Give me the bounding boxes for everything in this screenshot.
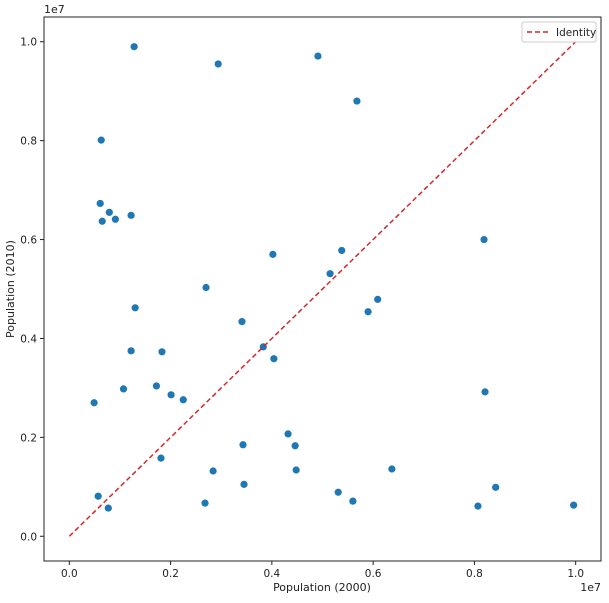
data-point — [201, 499, 209, 507]
data-point — [119, 385, 128, 393]
data-point — [364, 308, 372, 316]
identity-line — [68, 41, 577, 537]
data-point — [98, 217, 106, 225]
x-tick-label: 0.4 — [264, 568, 281, 580]
data-point — [334, 488, 342, 496]
data-point — [214, 60, 222, 68]
data-point — [570, 501, 578, 509]
data-point — [130, 43, 138, 51]
data-point — [90, 399, 98, 407]
data-point — [474, 502, 482, 510]
y-axis-label: Population (2010) — [4, 240, 17, 338]
x-tick-label: 0.6 — [365, 568, 382, 580]
data-point — [480, 235, 488, 244]
x-tick-label: 0.0 — [61, 568, 78, 580]
data-point — [152, 382, 161, 390]
data-point — [284, 430, 292, 438]
legend-identity-label: Identity — [556, 27, 596, 39]
data-point — [291, 442, 299, 450]
data-point — [338, 246, 346, 255]
y-tick-label: 0.8 — [20, 136, 37, 148]
data-point — [157, 454, 165, 462]
data-point — [158, 348, 166, 356]
data-point — [111, 215, 119, 223]
data-point — [97, 136, 105, 144]
data-point — [314, 52, 322, 60]
data-point — [202, 283, 210, 292]
y-tick-label: 0.0 — [20, 531, 37, 543]
data-point — [269, 250, 277, 258]
data-point — [326, 270, 334, 278]
data-point — [131, 304, 139, 312]
x-tick-label: 0.8 — [466, 568, 483, 580]
data-point — [105, 208, 113, 216]
x-offset-label: 1e7 — [580, 581, 601, 594]
data-point — [292, 466, 300, 474]
data-point — [353, 97, 361, 105]
data-point — [239, 441, 247, 449]
data-point — [209, 467, 217, 475]
y-axis-ticks: 0.0 0.2 0.4 0.6 0.8 1.0 — [20, 37, 44, 543]
legend: Identity — [521, 21, 597, 43]
y-offset-label: 1e7 — [44, 3, 65, 16]
data-point — [492, 483, 500, 491]
data-point — [481, 388, 489, 396]
data-point — [179, 396, 187, 404]
data-point — [167, 391, 175, 399]
x-tick-label: 0.2 — [162, 568, 179, 580]
data-point — [388, 465, 396, 473]
data-point — [104, 504, 112, 512]
y-tick-label: 1.0 — [20, 37, 37, 49]
y-tick-label: 0.4 — [20, 333, 37, 345]
data-point — [94, 492, 102, 500]
data-point — [270, 355, 278, 363]
plot-area — [68, 41, 578, 537]
x-axis-ticks: 0.0 0.2 0.4 0.6 0.8 1.0 — [61, 561, 584, 580]
x-tick-label: 1.0 — [567, 568, 584, 580]
x-axis-label: Population (2000) — [273, 581, 371, 594]
y-tick-label: 0.2 — [20, 432, 37, 444]
data-point — [238, 318, 246, 326]
data-point — [127, 211, 135, 219]
data-point — [349, 497, 357, 505]
data-point — [127, 347, 135, 355]
scatter-chart: 0.0 0.2 0.4 0.6 0.8 1.0 0.0 0.2 0.4 0.6 0.8 1.0 Po… — [4, 3, 602, 594]
data-point — [374, 295, 382, 303]
data-point — [96, 199, 104, 208]
y-tick-label: 0.6 — [20, 235, 37, 247]
data-point — [240, 480, 248, 488]
